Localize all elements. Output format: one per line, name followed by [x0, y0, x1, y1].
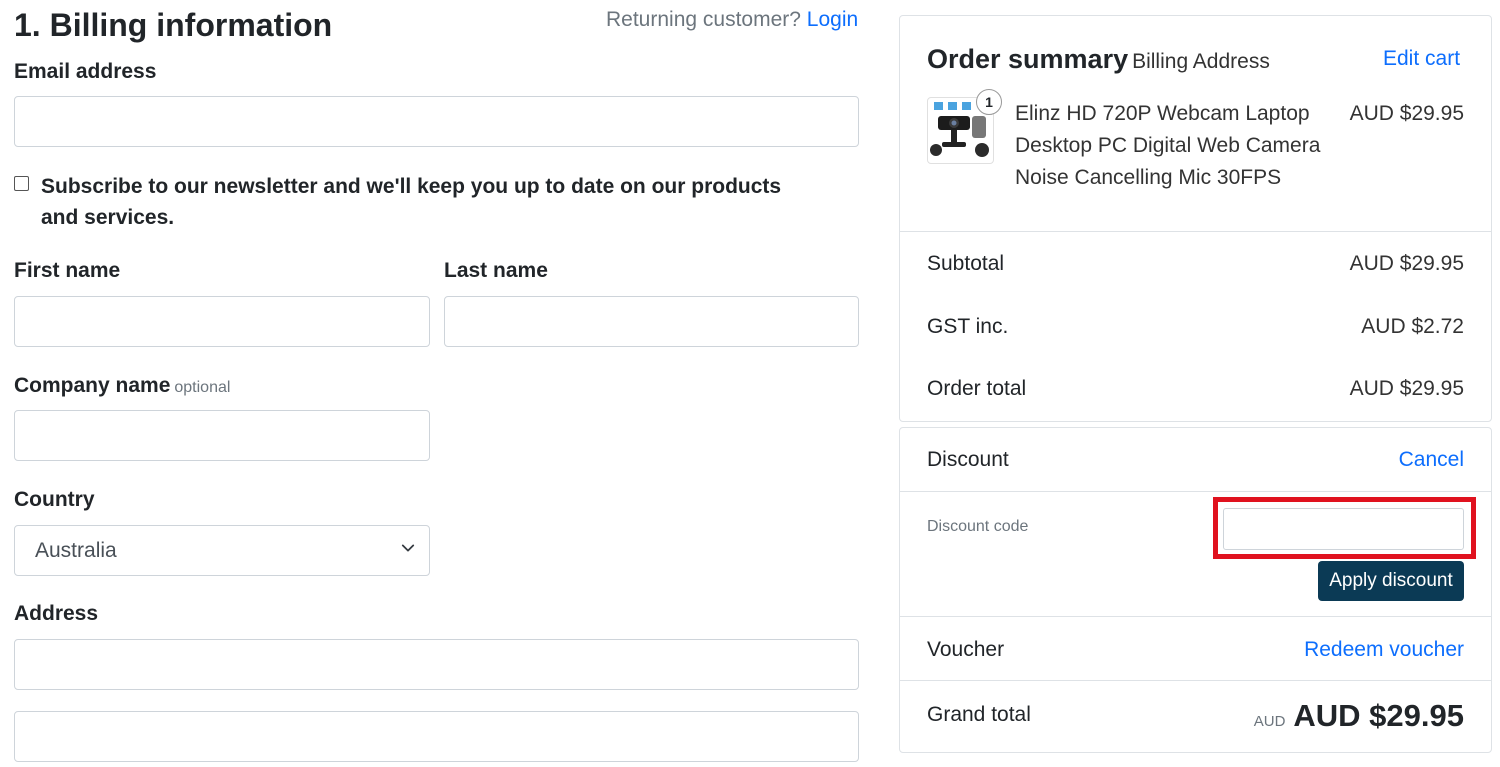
company-name-input[interactable] [14, 410, 430, 461]
optional-tag: optional [174, 379, 231, 396]
order-total-value: AUD $29.95 [1349, 377, 1464, 400]
country-selected-value: Australia [35, 538, 117, 562]
country-label: Country [14, 488, 95, 511]
first-name-input[interactable] [14, 296, 430, 347]
page-title: 1. Billing information [14, 7, 333, 43]
order-summary-title: Order summary [927, 44, 1129, 74]
order-summary-card [899, 15, 1492, 422]
quantity-badge: 1 [976, 89, 1002, 115]
subtotal-label: Subtotal [927, 252, 1005, 275]
grand-total-label: Grand total [927, 703, 1031, 726]
apply-discount-button[interactable]: Apply discount [1318, 561, 1464, 601]
address-line-1-input[interactable] [14, 639, 859, 690]
chevron-down-icon [401, 544, 415, 552]
last-name-label: Last name [444, 259, 548, 282]
discount-label: Discount [927, 448, 1009, 471]
first-name-label: First name [14, 259, 121, 282]
email-input[interactable] [14, 96, 859, 147]
email-label: Email address [14, 60, 157, 83]
address-label: Address [14, 602, 99, 625]
login-link[interactable]: Login [807, 8, 858, 31]
discount-code-label: Discount code [927, 518, 1029, 535]
grand-total-value: AUD $29.95 [1293, 698, 1464, 733]
product-price: AUD $29.95 [1349, 102, 1464, 125]
newsletter-label[interactable]: Subscribe to our newsletter and we'll ke… [41, 171, 821, 233]
product-name[interactable]: Elinz HD 720P Webcam Laptop Desktop PC D… [1015, 98, 1345, 194]
redeem-voucher-link[interactable]: Redeem voucher [1264, 638, 1464, 662]
discount-divider [900, 491, 1491, 492]
newsletter-checkbox[interactable] [14, 176, 29, 191]
edit-cart-link[interactable]: Edit cart [1383, 47, 1460, 71]
grand-total-currency: AUD [1253, 713, 1286, 730]
order-total-label: Order total [927, 377, 1027, 400]
voucher-label: Voucher [927, 638, 1005, 661]
address-line-2-input[interactable] [14, 711, 859, 762]
voucher-divider [900, 616, 1491, 617]
returning-customer-text: Returning customer? [606, 8, 801, 31]
order-summary-header: Order summary Billing Address [927, 44, 1270, 75]
company-name-label: Company name optional [14, 374, 230, 398]
billing-address-subtitle: Billing Address [1132, 50, 1270, 73]
discount-code-highlight [1213, 497, 1476, 559]
gst-value: AUD $2.72 [1361, 315, 1464, 338]
last-name-input[interactable] [444, 296, 859, 347]
subtotal-value: AUD $29.95 [1349, 252, 1464, 275]
gst-label: GST inc. [927, 315, 1009, 338]
discount-cancel-link[interactable]: Cancel [1300, 448, 1464, 472]
returning-customer: Returning customer? Login [606, 8, 858, 32]
grand-total-divider [900, 680, 1491, 681]
grand-total-amount: AUD AUD $29.95 [1164, 698, 1464, 734]
company-name-text: Company name [14, 374, 171, 397]
summary-divider [900, 231, 1491, 232]
country-select[interactable]: Australia [14, 525, 430, 576]
